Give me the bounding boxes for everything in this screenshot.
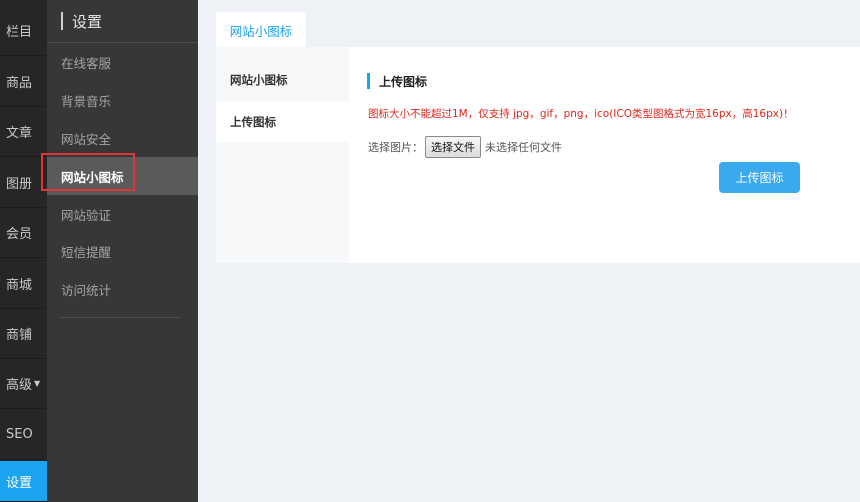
tab-label: 网站小图标 xyxy=(229,23,293,39)
rail-item-label: 栏目 xyxy=(6,25,33,40)
size-warning: 图标大小不能超过1M，仅支持 jpg，gif，png，ico(ICO类型图格式为… xyxy=(368,108,794,120)
file-label: 选择图片： xyxy=(368,141,423,154)
rail-item-albums[interactable]: 图册 xyxy=(0,158,47,208)
rail-item-label: 高级 xyxy=(6,378,33,393)
rail-item-columns[interactable]: 栏目 xyxy=(0,6,47,56)
rail-item-label: SEO xyxy=(6,427,33,442)
rail-item-label: 图册 xyxy=(6,177,33,192)
rail-item-shops[interactable]: 商铺 xyxy=(0,309,47,359)
rail-item-products[interactable]: 商品 xyxy=(0,57,47,107)
tab-favicon[interactable]: 网站小图标 xyxy=(216,12,306,48)
subnav-item-site-verification[interactable]: 网站验证 xyxy=(47,195,198,233)
subnav-item-favicon[interactable]: 网站小图标 xyxy=(47,157,198,195)
choose-file-button[interactable]: 选择文件 xyxy=(425,136,481,158)
subnav-item-label: 网站验证 xyxy=(61,207,112,223)
subnav-item-label: 网站安全 xyxy=(61,131,112,147)
subnav-item-background-music[interactable]: 背景音乐 xyxy=(47,81,198,119)
rail-item-articles[interactable]: 文章 xyxy=(0,107,47,157)
rail-item-members[interactable]: 会员 xyxy=(0,208,47,258)
title-bar-icon xyxy=(61,12,63,30)
section-title-text: 上传图标 xyxy=(379,74,428,89)
subnav-item-label: 访问统计 xyxy=(61,282,112,298)
rail-item-settings[interactable]: 设置 xyxy=(0,461,47,502)
subnav-item-label: 背景音乐 xyxy=(61,93,112,109)
subnav-title: 设置 xyxy=(47,0,198,43)
subnav-item-online-service[interactable]: 在线客服 xyxy=(47,43,198,81)
left-menu-label: 上传图标 xyxy=(230,115,276,129)
section-mark-icon xyxy=(367,73,370,89)
caret-down-icon: ▼ xyxy=(34,379,41,388)
subnav-title-text: 设置 xyxy=(72,12,103,31)
panel-left-menu: 网站小图标 上传图标 xyxy=(216,47,349,263)
rail-item-label: 商城 xyxy=(6,278,33,293)
subnav-item-label: 短信提醒 xyxy=(61,244,112,260)
subnav-item-site-security[interactable]: 网站安全 xyxy=(47,119,198,157)
settings-subnav: 设置 在线客服 背景音乐 网站安全 网站小图标 网站验证 短信提醒 访问统计 xyxy=(41,0,198,502)
subnav-item-sms-reminder[interactable]: 短信提醒 xyxy=(47,232,198,270)
rail-item-label: 会员 xyxy=(6,227,33,242)
rail-item-advanced[interactable]: 高级 ▼ xyxy=(0,359,47,409)
rail-item-label: 商品 xyxy=(6,76,33,91)
rail-item-label: 商铺 xyxy=(6,328,33,343)
subnav-divider xyxy=(59,317,181,318)
rail-item-label: 设置 xyxy=(6,475,33,491)
rail-item-mall[interactable]: 商城 xyxy=(0,259,47,309)
left-menu-label: 网站小图标 xyxy=(230,73,288,87)
main-rail: 栏目 商品 文章 图册 会员 商城 商铺 高级 ▼ SEO 设置 xyxy=(0,0,47,502)
upload-icon-button[interactable]: 上传图标 xyxy=(719,162,800,193)
subnav-item-visit-stats[interactable]: 访问统计 xyxy=(47,270,198,308)
file-status: 未选择任何文件 xyxy=(485,141,562,154)
rail-item-seo[interactable]: SEO xyxy=(0,410,47,460)
content-panel: 网站小图标 上传图标 上传图标 图标大小不能超过1M，仅支持 jpg，gif，p… xyxy=(216,47,860,263)
section-title: 上传图标 xyxy=(367,72,427,90)
left-menu-upload-icon[interactable]: 上传图标 xyxy=(216,102,349,142)
left-menu-favicon[interactable]: 网站小图标 xyxy=(216,60,349,100)
subnav-item-label: 在线客服 xyxy=(61,55,112,71)
file-picker-row: 选择图片： 选择文件 未选择任何文件 xyxy=(368,136,562,158)
subnav-item-label: 网站小图标 xyxy=(61,169,124,185)
rail-item-label: 文章 xyxy=(6,126,33,141)
